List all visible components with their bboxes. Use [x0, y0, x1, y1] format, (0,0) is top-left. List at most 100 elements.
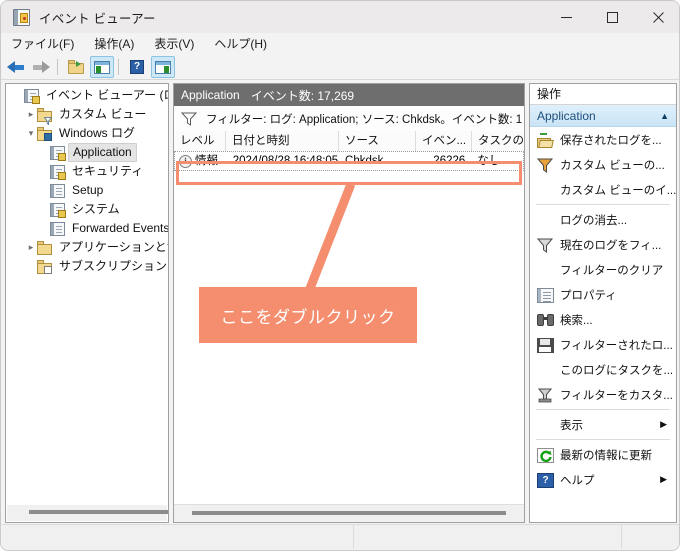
event-viewer-window: イベント ビューアー ファイル(F) 操作(A) 表示(V) ヘルプ(H) ? …	[0, 0, 680, 551]
console-tree-icon	[94, 60, 110, 74]
menu-help[interactable]: ヘルプ(H)	[204, 33, 277, 55]
windows-logs-folder-icon	[37, 126, 52, 141]
actions-panel-title: 操作	[530, 84, 676, 105]
find-binoculars-icon	[537, 312, 554, 328]
action-item-label: ヘルプ	[560, 474, 595, 487]
console-tree: イベント ビューアー (ローカル) ▸ カスタム ビュー ▾ Windows ログ App…	[6, 86, 168, 276]
action-properties[interactable]: プロパティ	[530, 282, 676, 307]
tree-item-event-viewer-local[interactable]: イベント ビューアー (ローカル)	[6, 86, 168, 105]
menu-view[interactable]: 表示(V)	[144, 33, 204, 55]
menu-action[interactable]: 操作(A)	[84, 33, 144, 55]
plain-log-icon	[50, 221, 65, 236]
filter-funnel-icon	[181, 112, 197, 126]
tree-item-windows-logs[interactable]: ▾ Windows ログ	[6, 124, 168, 143]
actions-group-label: Application	[537, 108, 596, 123]
save-disk-icon	[537, 337, 554, 353]
action-view[interactable]: 表示 ▶	[530, 412, 676, 437]
event-list-log-name: Application	[181, 88, 240, 102]
event-list-column-headers: レベル日付と時刻ソースイベン...タスクの...	[174, 131, 524, 152]
show-hide-console-tree-button[interactable]	[90, 56, 114, 78]
action-item-label: ログの消去...	[560, 214, 628, 227]
open-saved-log-button[interactable]	[64, 56, 88, 78]
help-icon: ?	[130, 60, 144, 74]
column-header-0[interactable]: レベル	[174, 131, 226, 151]
tree-item-label: アプリケーションとサービス	[59, 240, 168, 254]
show-hide-action-pane-button[interactable]	[151, 56, 175, 78]
help-question-icon: ?	[537, 472, 554, 488]
minimize-button[interactable]	[543, 1, 589, 33]
action-attach-task-to-log[interactable]: このログにタスクを...	[530, 357, 676, 382]
table-row[interactable]: i 情報 2024/08/28 16:48:05 Chkdsk 26226 なし	[174, 151, 524, 171]
action-create-custom-view[interactable]: カスタム ビューの...	[530, 152, 676, 177]
help-button[interactable]: ?	[125, 56, 149, 78]
tree-item-subscriptions[interactable]: サブスクリプション	[6, 257, 168, 276]
chevron-up-icon: ▲	[660, 110, 669, 121]
column-header-1[interactable]: 日付と時刻	[226, 131, 339, 151]
refresh-icon	[537, 447, 554, 463]
column-header-3[interactable]: イベン...	[416, 131, 472, 151]
column-header-2[interactable]: ソース	[339, 131, 416, 151]
action-item-label: 検索...	[560, 314, 593, 327]
actions-panel: 操作 Application ▲ 保存されたログを... カスタム ビューの...…	[529, 83, 677, 523]
actions-separator	[536, 439, 670, 440]
event-list-count: イベント数: 17,269	[250, 88, 355, 103]
action-clear-log[interactable]: ログの消去...	[530, 207, 676, 232]
annotation-callout-text: ここをダブルクリック	[220, 307, 396, 327]
chevron-right-icon[interactable]: ▸	[25, 238, 37, 257]
tree-horizontal-scrollbar[interactable]	[7, 505, 168, 521]
action-item-label: カスタム ビューのイ...	[560, 184, 676, 197]
plain-log-icon	[50, 183, 65, 198]
tree-item-label: Application	[68, 143, 137, 162]
action-item-label: フィルターされたロ...	[560, 339, 673, 352]
event-list-horizontal-scrollbar[interactable]	[174, 504, 524, 522]
action-pane-icon	[155, 60, 171, 74]
action-item-label: 現在のログをフィ...	[560, 239, 662, 252]
action-filter-current-log[interactable]: 現在のログをフィ...	[530, 232, 676, 257]
tree-item-label: イベント ビューアー (ローカル)	[46, 88, 168, 102]
tree-item-application[interactable]: Application	[6, 143, 168, 162]
properties-icon	[537, 287, 554, 303]
window-controls	[543, 1, 679, 33]
event-log-icon	[50, 145, 66, 161]
action-help[interactable]: ? ヘルプ ▶	[530, 467, 676, 492]
action-customize-filter[interactable]: フィルターをカスタ...	[530, 382, 676, 407]
action-find[interactable]: 検索...	[530, 307, 676, 332]
tree-item-setup[interactable]: Setup	[6, 181, 168, 200]
action-refresh[interactable]: 最新の情報に更新	[530, 442, 676, 467]
subscriptions-folder-icon	[37, 259, 52, 274]
event-log-icon	[50, 164, 66, 180]
toolbar-separator-1	[57, 59, 58, 75]
tree-item-system[interactable]: システム	[6, 200, 168, 219]
action-import-custom-view[interactable]: カスタム ビューのイ...	[530, 177, 676, 202]
tree-item-applications-and-services-logs[interactable]: ▸ アプリケーションとサービス	[6, 238, 168, 257]
close-button[interactable]	[635, 1, 679, 33]
action-item-label: 保存されたログを...	[560, 134, 662, 147]
action-clear-filter[interactable]: フィルターのクリア	[530, 257, 676, 282]
toolbar-separator-2	[118, 59, 119, 75]
chevron-right-icon[interactable]: ▸	[25, 105, 37, 124]
back-button[interactable]	[3, 56, 27, 78]
tree-item-security[interactable]: セキュリティ	[6, 162, 168, 181]
annotation-callout: ここをダブルクリック	[199, 287, 417, 343]
custom-view-folder-icon	[37, 107, 53, 125]
action-open-saved-log[interactable]: 保存されたログを...	[530, 127, 676, 152]
actions-group-application[interactable]: Application ▲	[530, 105, 676, 127]
filter-funnel-icon	[536, 237, 554, 253]
maximize-button[interactable]	[589, 1, 635, 33]
event-list-scrollbar-thumb[interactable]	[192, 511, 506, 515]
event-log-icon	[24, 88, 40, 104]
status-bar-cell-left	[2, 525, 354, 549]
tree-item-forwarded-events[interactable]: Forwarded Events	[6, 219, 168, 238]
status-bar-cell-middle	[354, 525, 622, 549]
chevron-down-icon[interactable]: ▾	[25, 124, 37, 143]
app-services-folder-icon	[37, 240, 52, 255]
forward-button[interactable]	[29, 56, 53, 78]
tree-item-custom-views[interactable]: ▸ カスタム ビュー	[6, 105, 168, 125]
column-header-4[interactable]: タスクの...	[472, 131, 524, 151]
tree-scrollbar-thumb[interactable]	[29, 510, 168, 514]
action-save-filtered-log-as[interactable]: フィルターされたロ...	[530, 332, 676, 357]
filter-bar[interactable]: フィルター: ログ: Application; ソース: Chkdsk。イベント…	[174, 106, 524, 132]
menu-file[interactable]: ファイル(F)	[1, 33, 84, 55]
